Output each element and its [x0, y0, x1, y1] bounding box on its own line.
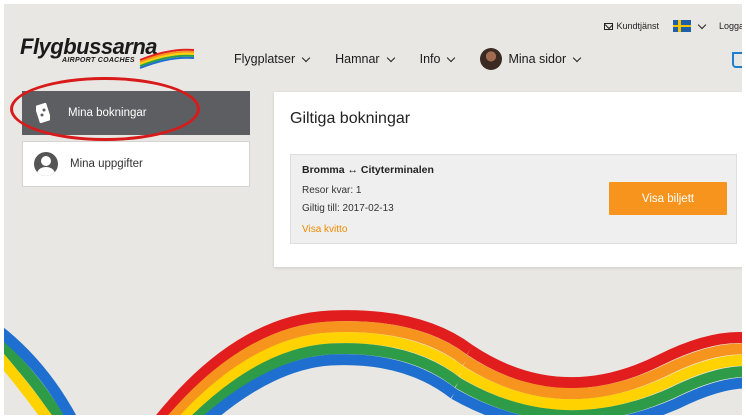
nav-label: Hamnar — [335, 52, 380, 66]
booking-item: Bromma ↔ Cityterminalen Resor kvar: 1 Gi… — [290, 154, 737, 244]
customer-service-link[interactable]: Kundtjänst — [604, 21, 659, 31]
booking-route: Bromma ↔ Cityterminalen — [302, 164, 434, 176]
show-ticket-button[interactable]: Visa biljett — [609, 182, 727, 215]
chevron-down-icon — [301, 53, 311, 62]
sidebar-item-details[interactable]: Mina uppgifter — [22, 141, 250, 187]
user-icon — [34, 152, 58, 176]
page-title: Giltiga bokningar — [290, 110, 411, 127]
nav-item-hamnar[interactable]: Hamnar — [335, 52, 395, 66]
chevron-down-icon[interactable] — [697, 20, 707, 29]
nav-label: Flygplatser — [234, 52, 296, 66]
nav-item-flygplatser[interactable]: Flygplatser — [234, 52, 311, 66]
swedish-flag-icon[interactable] — [672, 20, 691, 32]
utility-bar: Kundtjänst Logga — [604, 20, 746, 32]
nav-item-mina-sidor[interactable]: Mina sidor — [480, 48, 582, 70]
mail-icon — [604, 22, 614, 30]
chevron-down-icon — [386, 53, 395, 62]
trips-left: Resor kvar: 1 — [302, 185, 362, 196]
main-nav: Flygplatser Hamnar Info Mina sidor — [234, 48, 606, 70]
customer-service-label: Kundtjänst — [616, 21, 659, 31]
logo-rainbow-icon — [139, 48, 195, 69]
login-link[interactable]: Logga — [719, 21, 744, 31]
chevron-down-icon — [447, 53, 456, 62]
red-annotation-ellipse — [10, 77, 200, 141]
nav-label: Mina sidor — [508, 52, 567, 66]
receipt-link[interactable]: Visa kvitto — [302, 224, 347, 235]
chevron-down-icon — [572, 53, 582, 62]
sidebar-item-label: Mina uppgifter — [70, 158, 143, 170]
cart-icon[interactable] — [730, 48, 746, 68]
nav-label: Info — [419, 52, 441, 66]
logo[interactable]: Flygbussarna AIRPORT COACHES — [20, 34, 195, 74]
rainbow-decoration — [0, 310, 746, 419]
bookings-card: Giltiga bokningar Bromma ↔ Cityterminale… — [274, 92, 746, 267]
nav-item-info[interactable]: Info — [419, 52, 456, 66]
valid-until: Giltig till: 2017-02-13 — [302, 203, 394, 214]
avatar — [480, 48, 503, 70]
